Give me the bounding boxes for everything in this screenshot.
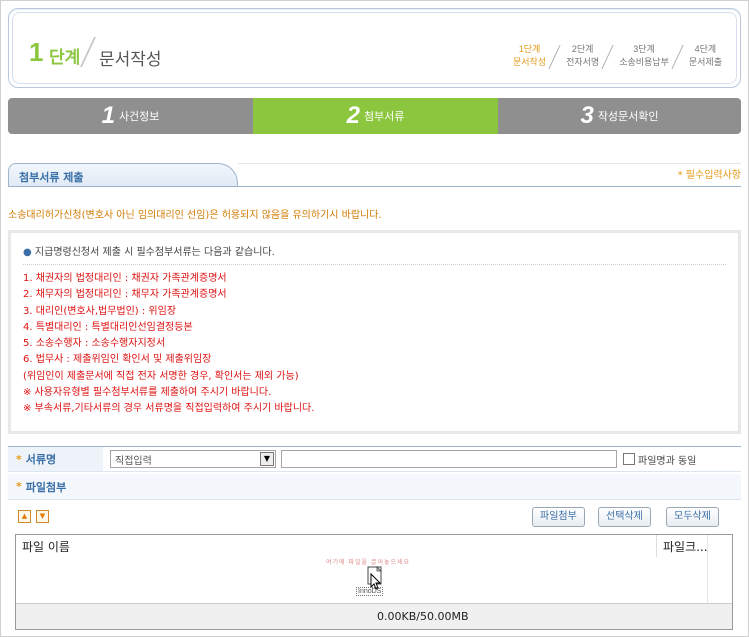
info-line: 6. 법무사 : 제출위임인 확인서 및 제출위임장 bbox=[23, 354, 212, 366]
current-step-word: 단계 bbox=[49, 48, 81, 67]
mini-step-label: 소송비용납부 bbox=[619, 57, 669, 67]
info-line: ※ 사용자유형별 필수첨부서류를 제출하여 주시기 바랍니다. bbox=[23, 387, 272, 399]
mini-step-2: 2단계 전자서명 bbox=[548, 43, 605, 69]
info-heading-text: 지급명령신청서 제출 시 필수첨부서류는 다음과 같습니다. bbox=[34, 247, 275, 258]
section-title: 첨부서류 제출 bbox=[8, 163, 238, 187]
page-title: 문서작성 bbox=[99, 50, 162, 69]
attach-file-button[interactable]: 파일첨부 bbox=[532, 507, 585, 527]
mini-step-1: 1단계 문서작성 bbox=[499, 43, 552, 69]
mini-step-label: 문서작성 bbox=[512, 57, 547, 67]
delete-selected-button[interactable]: 선택삭제 bbox=[598, 507, 651, 527]
required-marker-icon: * bbox=[16, 480, 22, 493]
mini-step-num: 3단계 bbox=[633, 44, 655, 54]
required-marker-icon: * bbox=[16, 452, 22, 466]
file-attach-label-text: 파일첨부 bbox=[25, 480, 67, 494]
info-line: 5. 소송수행자 : 소송수행자지정서 bbox=[23, 338, 166, 350]
mini-step-num: 4단계 bbox=[694, 44, 717, 54]
wizard-tabs: 1 사건정보 2 첨부서류 3 작성문서확인 bbox=[8, 98, 741, 134]
drop-label: InnoDS bbox=[356, 587, 384, 596]
mini-step-label: 문서제출 bbox=[688, 57, 722, 67]
doc-name-row: * 서류명 직접입력 ▼ 파일명과 동일 bbox=[8, 446, 741, 472]
mini-step-num: 1단계 bbox=[518, 44, 541, 54]
column-file-size[interactable]: 파일크... bbox=[656, 535, 714, 557]
file-list-footer: 0.00KB/50.00MB bbox=[16, 603, 732, 629]
chevron-down-icon[interactable]: ▼ bbox=[260, 452, 274, 466]
tab-label: 첨부서류 bbox=[363, 111, 405, 123]
doc-type-select-value: 직접입력 bbox=[115, 456, 152, 467]
tab-label: 작성문서확인 bbox=[597, 111, 659, 123]
column-divider bbox=[707, 535, 708, 603]
info-line: ※ 부속서류,기타서류의 경우 서류명을 직접입력하여 주시기 바랍니다. bbox=[23, 403, 315, 415]
header-panel: 1 단계 문서작성 1단계 문서작성 2단계 전자서명 3단계 소송비용납부 4… bbox=[8, 8, 741, 88]
section-top-rule bbox=[238, 163, 741, 164]
notice-text: 소송대리허가신청(변호사 아닌 임의대리인 선임)은 허용되지 않음을 유의하기… bbox=[8, 210, 382, 221]
tab-label: 사건정보 bbox=[118, 111, 160, 123]
doc-name-input[interactable] bbox=[281, 450, 617, 468]
mini-step-label: 전자서명 bbox=[566, 57, 600, 67]
tab-number: 1 bbox=[101, 102, 115, 129]
info-line: 1. 채권자의 법정대리인 : 채권자 가족관계증명서 bbox=[23, 273, 227, 284]
file-attach-row: * 파일첨부 bbox=[8, 474, 741, 500]
step-indicator: 1단계 문서작성 2단계 전자서명 3단계 소송비용납부 4단계 문서제출 bbox=[499, 43, 728, 69]
current-step-number: 1 bbox=[29, 37, 44, 67]
tab-number: 3 bbox=[580, 102, 594, 129]
file-list[interactable]: 파일 이름 파일크... 여기에 파일을 끌어놓으세요 InnoDS 0.00K… bbox=[15, 534, 733, 630]
file-list-header: 파일 이름 파일크... bbox=[16, 535, 732, 557]
tab-number: 2 bbox=[346, 102, 360, 129]
file-attach-label: * 파일첨부 bbox=[8, 474, 103, 499]
mini-step-4: 4단계 문서제출 bbox=[671, 43, 728, 69]
info-box: ● 지급명령신청서 제출 시 필수첨부서류는 다음과 같습니다. 1. 채권자의… bbox=[8, 230, 741, 434]
column-file-name[interactable]: 파일 이름 bbox=[16, 538, 656, 555]
mini-step-num: 2단계 bbox=[571, 44, 594, 54]
section-rule bbox=[8, 186, 741, 187]
tab-review[interactable]: 3 작성문서확인 bbox=[498, 98, 741, 134]
move-up-icon[interactable]: ▲ bbox=[18, 510, 31, 523]
delete-all-button[interactable]: 모두삭제 bbox=[666, 507, 719, 527]
info-line: (위임인이 제출문서에 직접 전자 서명한 경우, 확인서는 제외 가능) bbox=[23, 370, 299, 382]
doc-name-label: * 서류명 bbox=[8, 447, 103, 471]
same-as-filename-checkbox[interactable] bbox=[623, 453, 635, 465]
info-heading: ● 지급명령신청서 제출 시 필수첨부서류는 다음과 같습니다. bbox=[23, 243, 726, 265]
info-line: 2. 채무자의 법정대리인 : 채무자 가족관계증명서 bbox=[23, 289, 227, 301]
mini-step-3: 3단계 소송비용납부 bbox=[601, 43, 675, 69]
same-as-filename-label: 파일명과 동일 bbox=[638, 455, 697, 467]
tab-attachments[interactable]: 2 첨부서류 bbox=[253, 98, 498, 134]
bullet-icon: ● bbox=[23, 247, 32, 258]
doc-name-label-text: 서류명 bbox=[25, 453, 57, 466]
doc-type-select[interactable]: 직접입력 ▼ bbox=[110, 450, 276, 468]
tab-case-info[interactable]: 1 사건정보 bbox=[8, 98, 253, 134]
required-note: * 필수입력사항 bbox=[677, 170, 741, 181]
total-size: 0.00KB/50.00MB bbox=[377, 610, 469, 623]
move-down-icon[interactable]: ▼ bbox=[36, 510, 49, 523]
info-line: 3. 대리인(변호사,법무법인) : 위임장 bbox=[23, 305, 177, 317]
info-line: 4. 특별대리인 : 특별대리인선임결정등본 bbox=[23, 321, 193, 333]
